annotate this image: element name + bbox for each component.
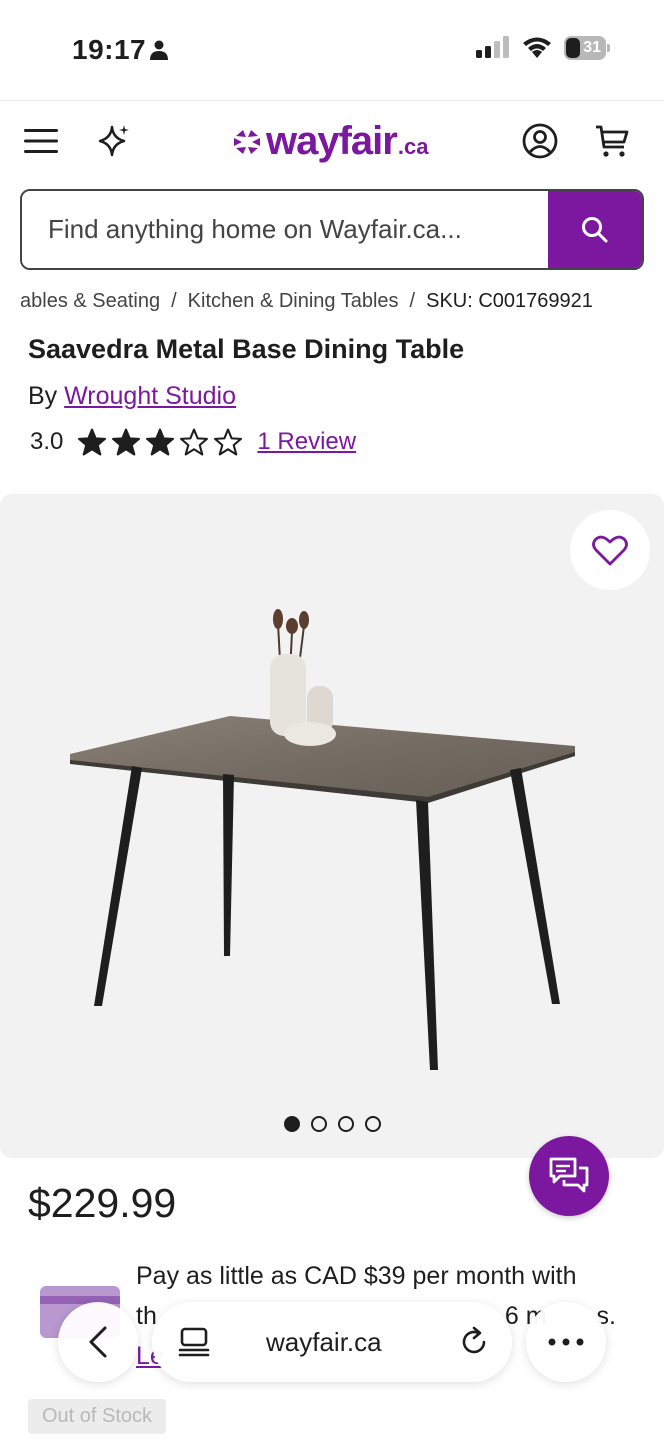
wifi-icon [523,37,551,58]
by-prefix: By [28,382,58,410]
stock-status-badge: Out of Stock [28,1399,167,1434]
browser-url[interactable]: wayfair.ca [266,1327,382,1358]
product-price: $229.99 [28,1180,177,1226]
pagination-dot[interactable] [310,1116,327,1132]
pagination-dot[interactable] [283,1116,300,1132]
battery-icon: 31 [564,36,606,60]
pagination-dot[interactable] [364,1116,381,1132]
breadcrumb-item[interactable]: ables & Seating [20,290,160,313]
pagination-dot[interactable] [337,1116,354,1132]
star-filled-icon [146,428,175,456]
star-empty-icon [214,428,243,456]
menu-button[interactable] [22,121,62,161]
heart-icon [592,535,628,566]
browser-more-button[interactable] [526,1302,606,1382]
sparkle-icon [98,125,129,157]
star-filled-icon [112,428,141,456]
cart-icon [596,125,629,157]
person-icon [150,40,168,60]
wayfair-logo[interactable]: wayfair .ca [232,119,428,164]
product-title: Saavedra Metal Base Dining Table [28,334,465,364]
reload-icon[interactable] [458,1326,490,1358]
rating-row: 3.0 1 Review [30,428,356,456]
search-button[interactable] [548,191,642,268]
status-time: 19:17 [72,34,147,65]
browser-back-button[interactable] [58,1302,138,1382]
back-icon [89,1326,107,1358]
status-bar: 19:17 31 [0,0,664,100]
star-rating [77,428,243,456]
favorite-button[interactable] [570,510,650,590]
financing-line-1: Pay as little as CAD $39 per month with [136,1262,577,1290]
account-icon [522,123,558,159]
chat-button[interactable] [529,1136,609,1216]
menu-icon [24,129,58,153]
breadcrumb-item[interactable]: Kitchen & Dining Tables [188,290,399,313]
breadcrumb-sku: SKU: C001769921 [426,290,593,312]
wayfair-logo-mark-icon [234,129,260,154]
account-button[interactable] [520,121,560,161]
app-header: wayfair .ca [0,100,664,182]
image-pagination-dots [0,1116,664,1132]
reviews-link[interactable]: 1 Review [257,428,356,456]
chat-icon [549,1157,589,1193]
brand-link[interactable]: Wrought Studio [64,382,236,410]
search-icon [582,216,608,242]
search-input[interactable] [22,191,548,268]
ai-assistant-button[interactable] [94,121,134,161]
battery-level: 31 [583,39,601,56]
rating-value: 3.0 [30,428,64,455]
status-indicators: 31 [476,36,610,60]
logo-tld: .ca [397,134,429,159]
more-icon [548,1338,584,1346]
star-empty-icon [180,428,209,456]
brand-byline: By Wrought Studio [28,382,236,411]
cart-button[interactable] [592,121,632,161]
breadcrumb: ables & Seating / Kitchen & Dining Table… [20,290,640,313]
tabs-icon[interactable] [178,1326,210,1358]
cellular-signal-icon [476,36,509,58]
product-image-gallery[interactable] [0,494,664,1158]
star-filled-icon [78,428,107,456]
breadcrumb-separator: / [409,290,416,312]
logo-word: wayfair [266,119,398,163]
search-bar [20,189,644,270]
breadcrumb-separator: / [171,290,177,312]
browser-address-bar[interactable]: wayfair.ca [152,1302,512,1382]
product-photo-dining-table [70,609,575,1070]
